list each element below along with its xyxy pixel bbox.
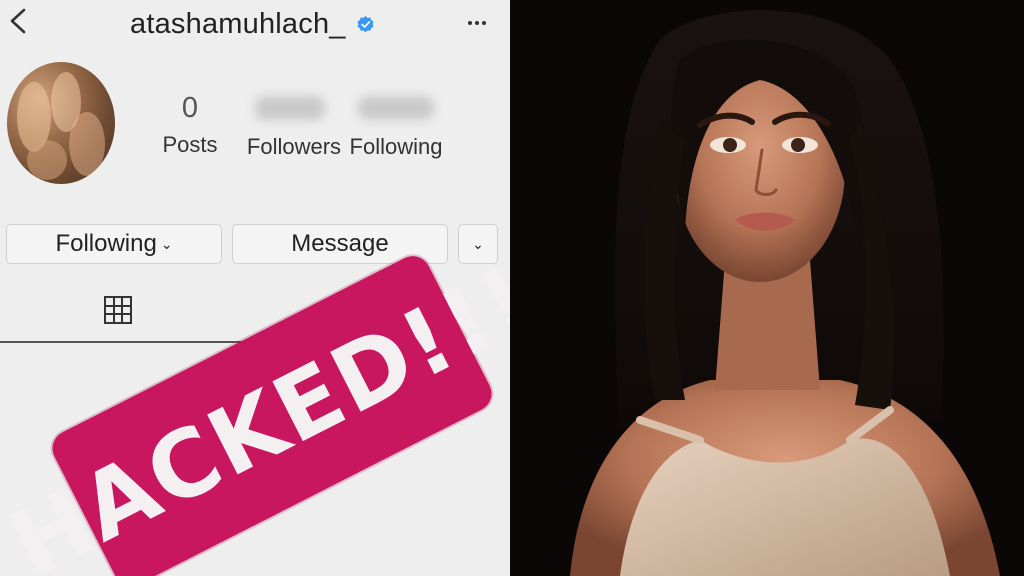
followers-label[interactable]: Followers — [244, 134, 344, 160]
profile-username: atashamuhlach_ — [130, 8, 346, 40]
message-button-label: Message — [291, 230, 389, 257]
profile-avatar[interactable] — [7, 62, 115, 184]
more-options-icon[interactable] — [466, 14, 488, 32]
verified-badge-icon — [357, 16, 374, 33]
portrait-illustration — [510, 0, 1024, 576]
composite-image: atashamuhlach_ 0 Posts Followers Followi… — [0, 0, 1024, 576]
following-label[interactable]: Following — [346, 134, 446, 160]
portrait-photo — [510, 0, 1024, 576]
following-button[interactable]: Following ⌄ — [6, 224, 222, 264]
instagram-profile-screenshot: atashamuhlach_ 0 Posts Followers Followi… — [0, 0, 510, 576]
back-arrow-icon[interactable] — [6, 6, 32, 36]
following-count-blurred — [358, 96, 434, 120]
following-button-label: Following — [55, 230, 157, 257]
chevron-down-icon: ⌄ — [160, 235, 173, 252]
chevron-down-icon: ⌄ — [472, 235, 484, 252]
active-tab-indicator — [0, 341, 250, 343]
grid-view-icon[interactable] — [104, 296, 132, 324]
posts-label: Posts — [162, 132, 218, 157]
followers-count-blurred — [255, 96, 325, 120]
hacked-stamp-text: HACKED!!! — [0, 243, 510, 576]
posts-count: 0 — [181, 92, 199, 124]
